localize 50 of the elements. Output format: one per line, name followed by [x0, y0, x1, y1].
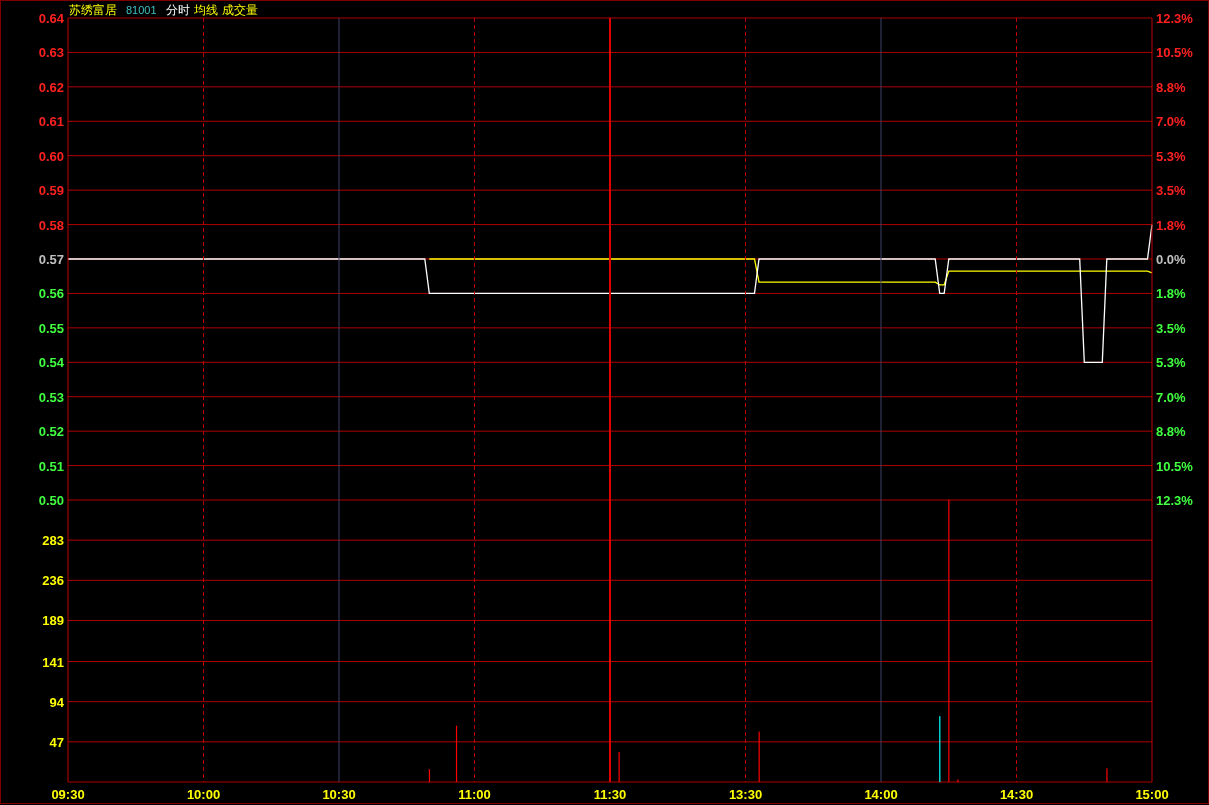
price-tick-label: 0.54 [38, 355, 64, 371]
volume-tick-label: 236 [42, 573, 64, 589]
percent-tick-label: 7.0% [1156, 389, 1186, 405]
percent-tick-label: 7.0% [1156, 114, 1186, 130]
price-tick-label: 0.63 [38, 45, 64, 61]
price-tick-label: 0.61 [38, 114, 64, 130]
stock-code: 81001 [126, 4, 157, 16]
price-tick-label: 0.52 [38, 424, 64, 440]
time-tick-label: 11:30 [593, 787, 627, 802]
price-tick-label: 0.60 [38, 148, 64, 164]
time-tick-label: 10:30 [322, 787, 356, 802]
percent-tick-label: 8.8% [1156, 424, 1186, 440]
volume-tick-label: 141 [42, 654, 64, 670]
price-tick-label: 0.64 [38, 11, 64, 26]
volume-tick-label: 94 [49, 694, 64, 710]
time-tick-label: 15:00 [1135, 787, 1169, 802]
price-tick-label: 0.59 [38, 183, 64, 199]
percent-tick-label: 3.5% [1156, 320, 1186, 336]
percent-tick-label: 10.5% [1156, 458, 1193, 474]
legend-label: 均线 [194, 3, 218, 17]
percent-tick-label: 5.3% [1156, 355, 1186, 371]
time-tick-label: 09:30 [51, 787, 85, 802]
time-tick-label: 14:00 [864, 787, 898, 802]
price-tick-label: 0.53 [38, 389, 64, 405]
stock-name: 苏绣富居 [69, 3, 117, 17]
percent-tick-label: 0.0% [1156, 252, 1186, 267]
time-tick-label: 10:00 [186, 787, 221, 802]
percent-tick-label: 12.3% [1156, 493, 1193, 508]
percent-tick-label: 5.3% [1156, 148, 1186, 164]
legend-label: 分时 [166, 3, 190, 17]
volume-tick-label: 283 [42, 533, 64, 549]
percent-tick-label: 10.5% [1156, 45, 1193, 61]
price-tick-label: 0.58 [38, 217, 64, 233]
volume-tick-label: 47 [49, 734, 64, 750]
price-tick-label: 0.55 [38, 320, 64, 336]
legend-label: 成交量 [222, 3, 258, 17]
time-tick-label: 13:30 [728, 787, 763, 802]
percent-tick-label: 3.5% [1156, 183, 1186, 199]
percent-tick-label: 1.8% [1156, 286, 1186, 302]
price-tick-label: 0.56 [38, 286, 64, 302]
price-tick-label: 0.50 [38, 493, 64, 508]
time-tick-label: 11:00 [458, 787, 491, 802]
price-tick-label: 0.62 [38, 79, 64, 95]
time-tick-label: 14:30 [999, 787, 1034, 802]
percent-tick-label: 8.8% [1156, 79, 1186, 95]
price-tick-label: 0.51 [38, 458, 64, 474]
percent-tick-label: 1.8% [1156, 217, 1186, 233]
volume-tick-label: 189 [42, 613, 64, 629]
percent-tick-label: 12.3% [1156, 11, 1193, 26]
price-tick-label: 0.57 [38, 252, 64, 267]
